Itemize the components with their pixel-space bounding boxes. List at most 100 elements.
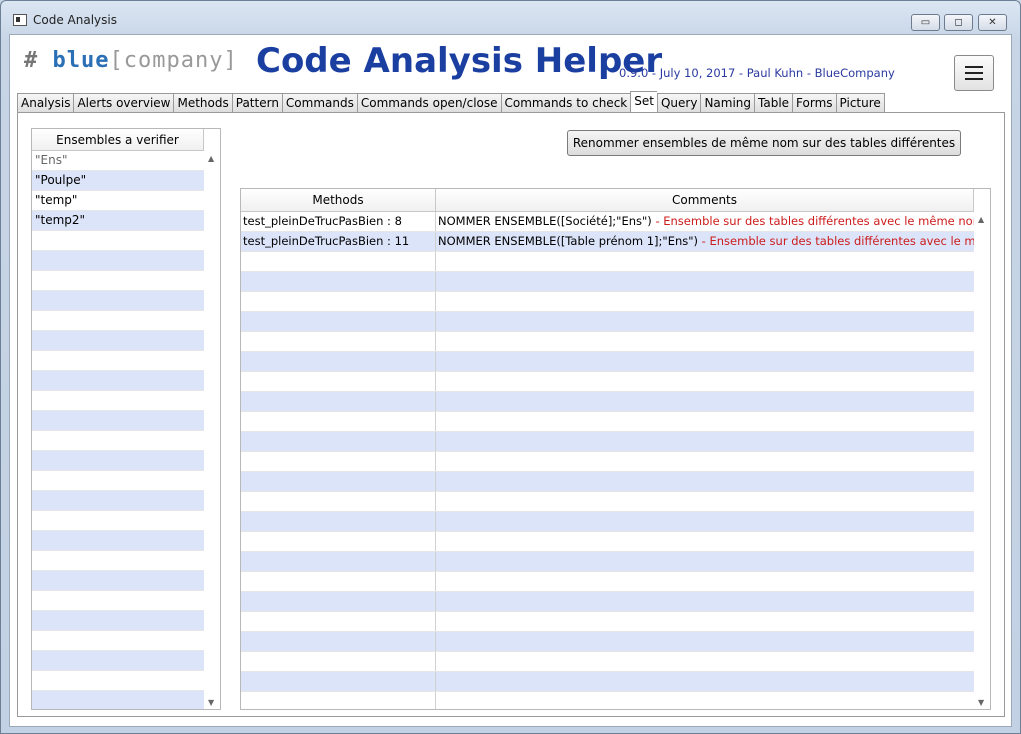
column-header-comments[interactable]: Comments — [436, 189, 974, 211]
list-item[interactable]: "Ens" — [32, 151, 204, 171]
list-item[interactable]: "temp" — [32, 191, 204, 211]
tab-forms[interactable]: Forms — [792, 93, 836, 113]
list-item[interactable] — [32, 571, 204, 591]
table-row[interactable] — [241, 572, 974, 592]
list-item[interactable] — [32, 351, 204, 371]
table-row[interactable] — [241, 492, 974, 512]
tab-commands-open-close[interactable]: Commands open/close — [356, 93, 501, 113]
table-row[interactable] — [241, 432, 974, 452]
hamburger-icon — [965, 66, 983, 68]
list-item[interactable] — [32, 271, 204, 291]
list-item[interactable] — [32, 391, 204, 411]
methods-grid[interactable]: Methods Comments test_pleinDeTrucPasBien… — [240, 188, 991, 710]
list-item[interactable] — [32, 251, 204, 271]
list-item[interactable] — [32, 451, 204, 471]
table-row[interactable] — [241, 692, 974, 709]
tab-table[interactable]: Table — [754, 93, 793, 113]
list-item[interactable] — [32, 691, 204, 709]
method-cell — [241, 532, 436, 551]
table-row[interactable] — [241, 592, 974, 612]
maximize-button[interactable]: ◻ — [944, 14, 973, 31]
table-row[interactable] — [241, 552, 974, 572]
tab-methods[interactable]: Methods — [173, 93, 232, 113]
table-row[interactable] — [241, 612, 974, 632]
table-row[interactable] — [241, 672, 974, 692]
grid-scrollbar[interactable]: ▲ ▼ — [974, 213, 990, 709]
method-cell — [241, 492, 436, 511]
tab-pattern[interactable]: Pattern — [231, 93, 282, 113]
minimize-button[interactable]: ▭ — [911, 14, 940, 31]
scroll-up-icon[interactable]: ▲ — [208, 154, 214, 163]
table-row[interactable] — [241, 252, 974, 272]
table-row[interactable] — [241, 312, 974, 332]
comment-cell: NOMMER ENSEMBLE([Table prénom 1];"Ens") … — [436, 232, 974, 251]
list-item[interactable] — [32, 651, 204, 671]
tab-naming[interactable]: Naming — [700, 93, 755, 113]
table-row[interactable] — [241, 632, 974, 652]
rename-sets-button[interactable]: Renommer ensembles de même nom sur des t… — [567, 130, 961, 156]
tab-commands-to-check[interactable]: Commands to check — [500, 93, 631, 113]
table-row[interactable]: test_pleinDeTrucPasBien : 11 NOMMER ENSEM… — [241, 232, 974, 252]
tab-set[interactable]: Set — [630, 91, 657, 113]
menu-button[interactable] — [954, 55, 994, 91]
comment-cell — [436, 272, 974, 291]
table-row[interactable] — [241, 412, 974, 432]
list-item[interactable] — [32, 471, 204, 491]
method-cell — [241, 592, 436, 611]
version-info: 0.9.0 - July 10, 2017 - Paul Kuhn - Blue… — [619, 66, 895, 80]
list-item[interactable] — [32, 531, 204, 551]
method-cell — [241, 472, 436, 491]
table-row[interactable] — [241, 352, 974, 372]
list-item[interactable] — [32, 491, 204, 511]
tab-analysis[interactable]: Analysis — [17, 93, 74, 113]
table-row[interactable] — [241, 372, 974, 392]
table-row[interactable] — [241, 512, 974, 532]
list-item[interactable] — [32, 411, 204, 431]
title-bar[interactable]: Code Analysis ▭ ◻ ✕ — [1, 1, 1020, 35]
sets-list-scrollbar[interactable]: ▲ ▼ — [204, 152, 220, 709]
grid-header: Methods Comments — [241, 189, 974, 212]
list-item[interactable] — [32, 611, 204, 631]
method-cell — [241, 452, 436, 471]
scroll-up-icon[interactable]: ▲ — [978, 215, 984, 224]
method-cell — [241, 552, 436, 571]
list-item[interactable] — [32, 291, 204, 311]
tab-query[interactable]: Query — [656, 93, 701, 113]
app-title: Code Analysis Helper — [256, 41, 663, 81]
list-item[interactable] — [32, 311, 204, 331]
list-item[interactable] — [32, 591, 204, 611]
list-item[interactable] — [32, 511, 204, 531]
scroll-down-icon[interactable]: ▼ — [208, 698, 214, 707]
method-cell — [241, 372, 436, 391]
list-item[interactable]: "temp2" — [32, 211, 204, 231]
comment-cell — [436, 592, 974, 611]
table-row[interactable] — [241, 652, 974, 672]
scroll-down-icon[interactable]: ▼ — [978, 698, 984, 707]
sets-list[interactable]: Ensembles a verifier "Ens" "Poulpe" "temp"… — [31, 128, 221, 710]
list-item[interactable]: "Poulpe" — [32, 171, 204, 191]
comment-cell — [436, 392, 974, 411]
table-row[interactable] — [241, 392, 974, 412]
list-item[interactable] — [32, 331, 204, 351]
table-row[interactable] — [241, 292, 974, 312]
list-item[interactable] — [32, 551, 204, 571]
table-row[interactable] — [241, 472, 974, 492]
tab-alerts-overview[interactable]: Alerts overview — [73, 93, 174, 113]
list-item[interactable] — [32, 671, 204, 691]
table-row[interactable] — [241, 532, 974, 552]
tab-commands[interactable]: Commands — [281, 93, 357, 113]
comment-cell — [436, 652, 974, 671]
list-item[interactable] — [32, 371, 204, 391]
minimize-icon: ▭ — [920, 17, 931, 28]
close-button[interactable]: ✕ — [978, 14, 1007, 31]
list-item[interactable] — [32, 431, 204, 451]
table-row[interactable] — [241, 272, 974, 292]
tab-picture[interactable]: Picture — [835, 93, 885, 113]
table-row[interactable] — [241, 332, 974, 352]
set-tab-panel: Ensembles a verifier "Ens" "Poulpe" "temp"… — [17, 112, 1005, 717]
column-header-methods[interactable]: Methods — [241, 189, 436, 211]
table-row[interactable]: test_pleinDeTrucPasBien : 8 NOMMER ENSEMB… — [241, 212, 974, 232]
table-row[interactable] — [241, 452, 974, 472]
list-item[interactable] — [32, 231, 204, 251]
list-item[interactable] — [32, 631, 204, 651]
